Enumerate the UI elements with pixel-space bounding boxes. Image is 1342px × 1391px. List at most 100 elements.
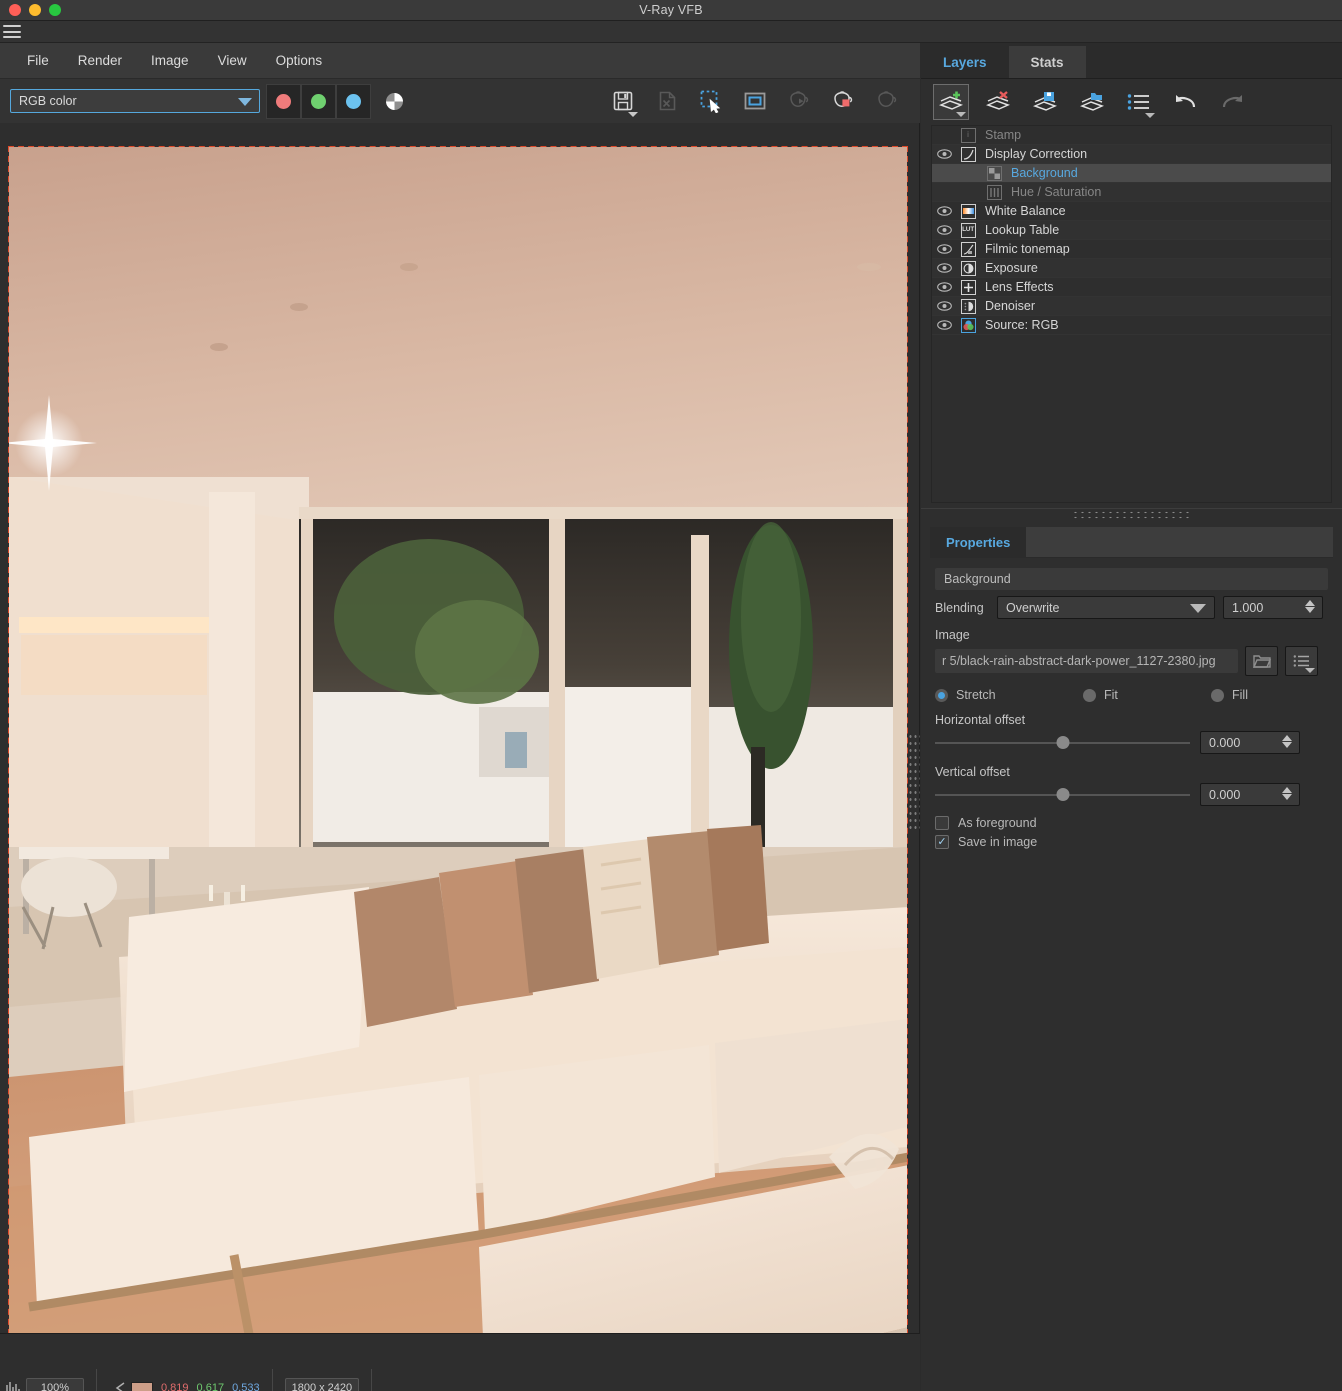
layer-row-hue-saturation[interactable]: Hue / Saturation [932, 183, 1331, 202]
chevron-down-icon[interactable] [628, 112, 638, 117]
menu-render[interactable]: Render [65, 48, 135, 73]
render-region-button[interactable] [740, 86, 770, 116]
eye-icon[interactable] [932, 244, 956, 254]
region-select-button[interactable] [696, 86, 726, 116]
blending-select[interactable]: Overwrite [997, 596, 1215, 619]
recent-images-button[interactable] [1285, 646, 1318, 676]
layer-presets-button[interactable] [1121, 84, 1157, 120]
redo-button[interactable] [1215, 84, 1251, 120]
radio-fill[interactable]: Fill [1211, 688, 1248, 702]
window-title: V-Ray VFB [639, 3, 703, 17]
channel-select[interactable]: RGB color [10, 89, 260, 113]
layer-row-source-rgb[interactable]: Source: RGB [932, 316, 1331, 335]
tab-stats[interactable]: Stats [1008, 46, 1086, 78]
radio-fit-label: Fit [1104, 688, 1118, 702]
horizontal-offset-slider[interactable] [935, 735, 1190, 751]
menu-view[interactable]: View [205, 48, 260, 73]
menu-options[interactable]: Options [263, 48, 336, 73]
undo-button[interactable] [1168, 84, 1204, 120]
blending-opacity-input[interactable]: 1.000 [1223, 596, 1323, 619]
add-layer-button[interactable] [933, 84, 969, 120]
save-layers-button[interactable] [1027, 84, 1063, 120]
layer-row-lens-effects[interactable]: Lens Effects [932, 278, 1331, 297]
spinner-arrows-icon[interactable] [1282, 735, 1292, 748]
sliders-icon [982, 184, 1006, 200]
blue-channel-button[interactable] [336, 83, 371, 119]
browse-image-button[interactable] [1245, 646, 1278, 676]
tab-properties[interactable]: Properties [930, 527, 1027, 558]
eye-icon[interactable] [932, 206, 956, 216]
splitter-grip-icon [908, 733, 920, 833]
properties-tab-filler [1026, 527, 1333, 558]
layer-row-exposure[interactable]: Exposure [932, 259, 1331, 278]
green-channel-button[interactable] [301, 83, 336, 119]
panel-splitter[interactable] [921, 508, 1342, 520]
spinner-arrows-icon[interactable] [1305, 600, 1315, 613]
viewport-panel-splitter[interactable] [908, 733, 920, 833]
save-in-image-checkbox[interactable]: ✓ Save in image [935, 835, 1328, 849]
eye-icon[interactable] [932, 263, 956, 273]
radio-fit[interactable]: Fit [1083, 688, 1211, 702]
monochrome-toggle-button[interactable] [377, 84, 412, 119]
layer-row-stamp[interactable]: i Stamp [932, 126, 1331, 145]
menu-image[interactable]: Image [138, 48, 202, 73]
layer-name: Hue / Saturation [1011, 185, 1102, 199]
red-channel-button[interactable] [266, 83, 301, 119]
layer-row-white-balance[interactable]: White Balance [932, 202, 1331, 221]
layer-name: Lens Effects [985, 280, 1054, 294]
layer-row-denoiser[interactable]: Denoiser [932, 297, 1331, 316]
as-foreground-checkbox[interactable]: As foreground [935, 816, 1328, 830]
eye-icon[interactable] [932, 149, 956, 159]
pixel-green-value: 0.617 [196, 1382, 225, 1391]
status-divider-2 [271, 1369, 273, 1391]
save-in-image-label: Save in image [958, 835, 1038, 849]
contrast-icon [956, 260, 980, 276]
layer-row-display-correction[interactable]: Display Correction [932, 145, 1331, 164]
horizontal-offset-input[interactable]: 0.000 [1200, 731, 1300, 754]
eye-icon[interactable] [932, 282, 956, 292]
chevron-down-icon[interactable] [1305, 668, 1315, 673]
hamburger-menu-icon[interactable] [3, 24, 21, 39]
status-divider [96, 1369, 97, 1391]
window-titlebar: V-Ray VFB [0, 0, 1342, 21]
horizontal-offset-value: 0.000 [1209, 735, 1241, 750]
save-image-button[interactable] [608, 86, 638, 117]
image-path-input[interactable]: r 5/black-rain-abstract-dark-power_1127-… [935, 649, 1238, 673]
delete-layer-button[interactable] [980, 84, 1016, 120]
tab-layers[interactable]: Layers [921, 46, 1009, 78]
spinner-arrows-icon[interactable] [1282, 787, 1292, 800]
render-last-button[interactable] [872, 86, 902, 116]
resolution-box[interactable]: 1800 x 2420 [284, 1378, 360, 1391]
render-viewport[interactable] [8, 146, 908, 1355]
stop-render-button[interactable] [828, 86, 858, 116]
eye-icon[interactable] [932, 320, 956, 330]
start-render-button[interactable] [784, 86, 814, 116]
radio-stretch[interactable]: Stretch [935, 688, 1083, 702]
eye-icon[interactable] [932, 301, 956, 311]
chevron-down-icon[interactable] [956, 112, 966, 117]
slider-knob[interactable] [1056, 736, 1069, 749]
histogram-icon[interactable] [0, 1381, 26, 1391]
channel-button-group [266, 83, 371, 119]
eye-icon[interactable] [932, 225, 956, 235]
vertical-offset-slider[interactable] [935, 787, 1190, 803]
status-bar: 100% 0.819 0.617 0.533 1800 x 2420 [0, 1333, 920, 1391]
menu-file[interactable]: File [14, 48, 62, 73]
layer-name-input[interactable]: Background [935, 568, 1328, 590]
load-layers-button[interactable] [1074, 84, 1110, 120]
layer-list[interactable]: i Stamp Display Correction Background Hu… [931, 125, 1332, 503]
layer-row-background[interactable]: Background [932, 164, 1331, 183]
zoom-level-box[interactable]: 100% [26, 1378, 84, 1391]
layer-name: Stamp [985, 128, 1022, 142]
blending-opacity-value: 1.000 [1232, 600, 1264, 615]
folder-open-icon [1252, 654, 1271, 668]
vertical-offset-input[interactable]: 0.000 [1200, 783, 1300, 806]
slider-knob[interactable] [1056, 788, 1069, 801]
chevron-down-icon[interactable] [1145, 113, 1155, 118]
image-toolbar: RGB color [0, 79, 920, 123]
properties-tabs: Properties [930, 527, 1333, 558]
layer-row-filmic-tonemap[interactable]: Filmic tonemap [932, 240, 1331, 259]
checker-icon [982, 165, 1006, 181]
layer-row-lookup-table[interactable]: LUT Lookup Table [932, 221, 1331, 240]
save-all-channels-button[interactable] [652, 86, 682, 116]
